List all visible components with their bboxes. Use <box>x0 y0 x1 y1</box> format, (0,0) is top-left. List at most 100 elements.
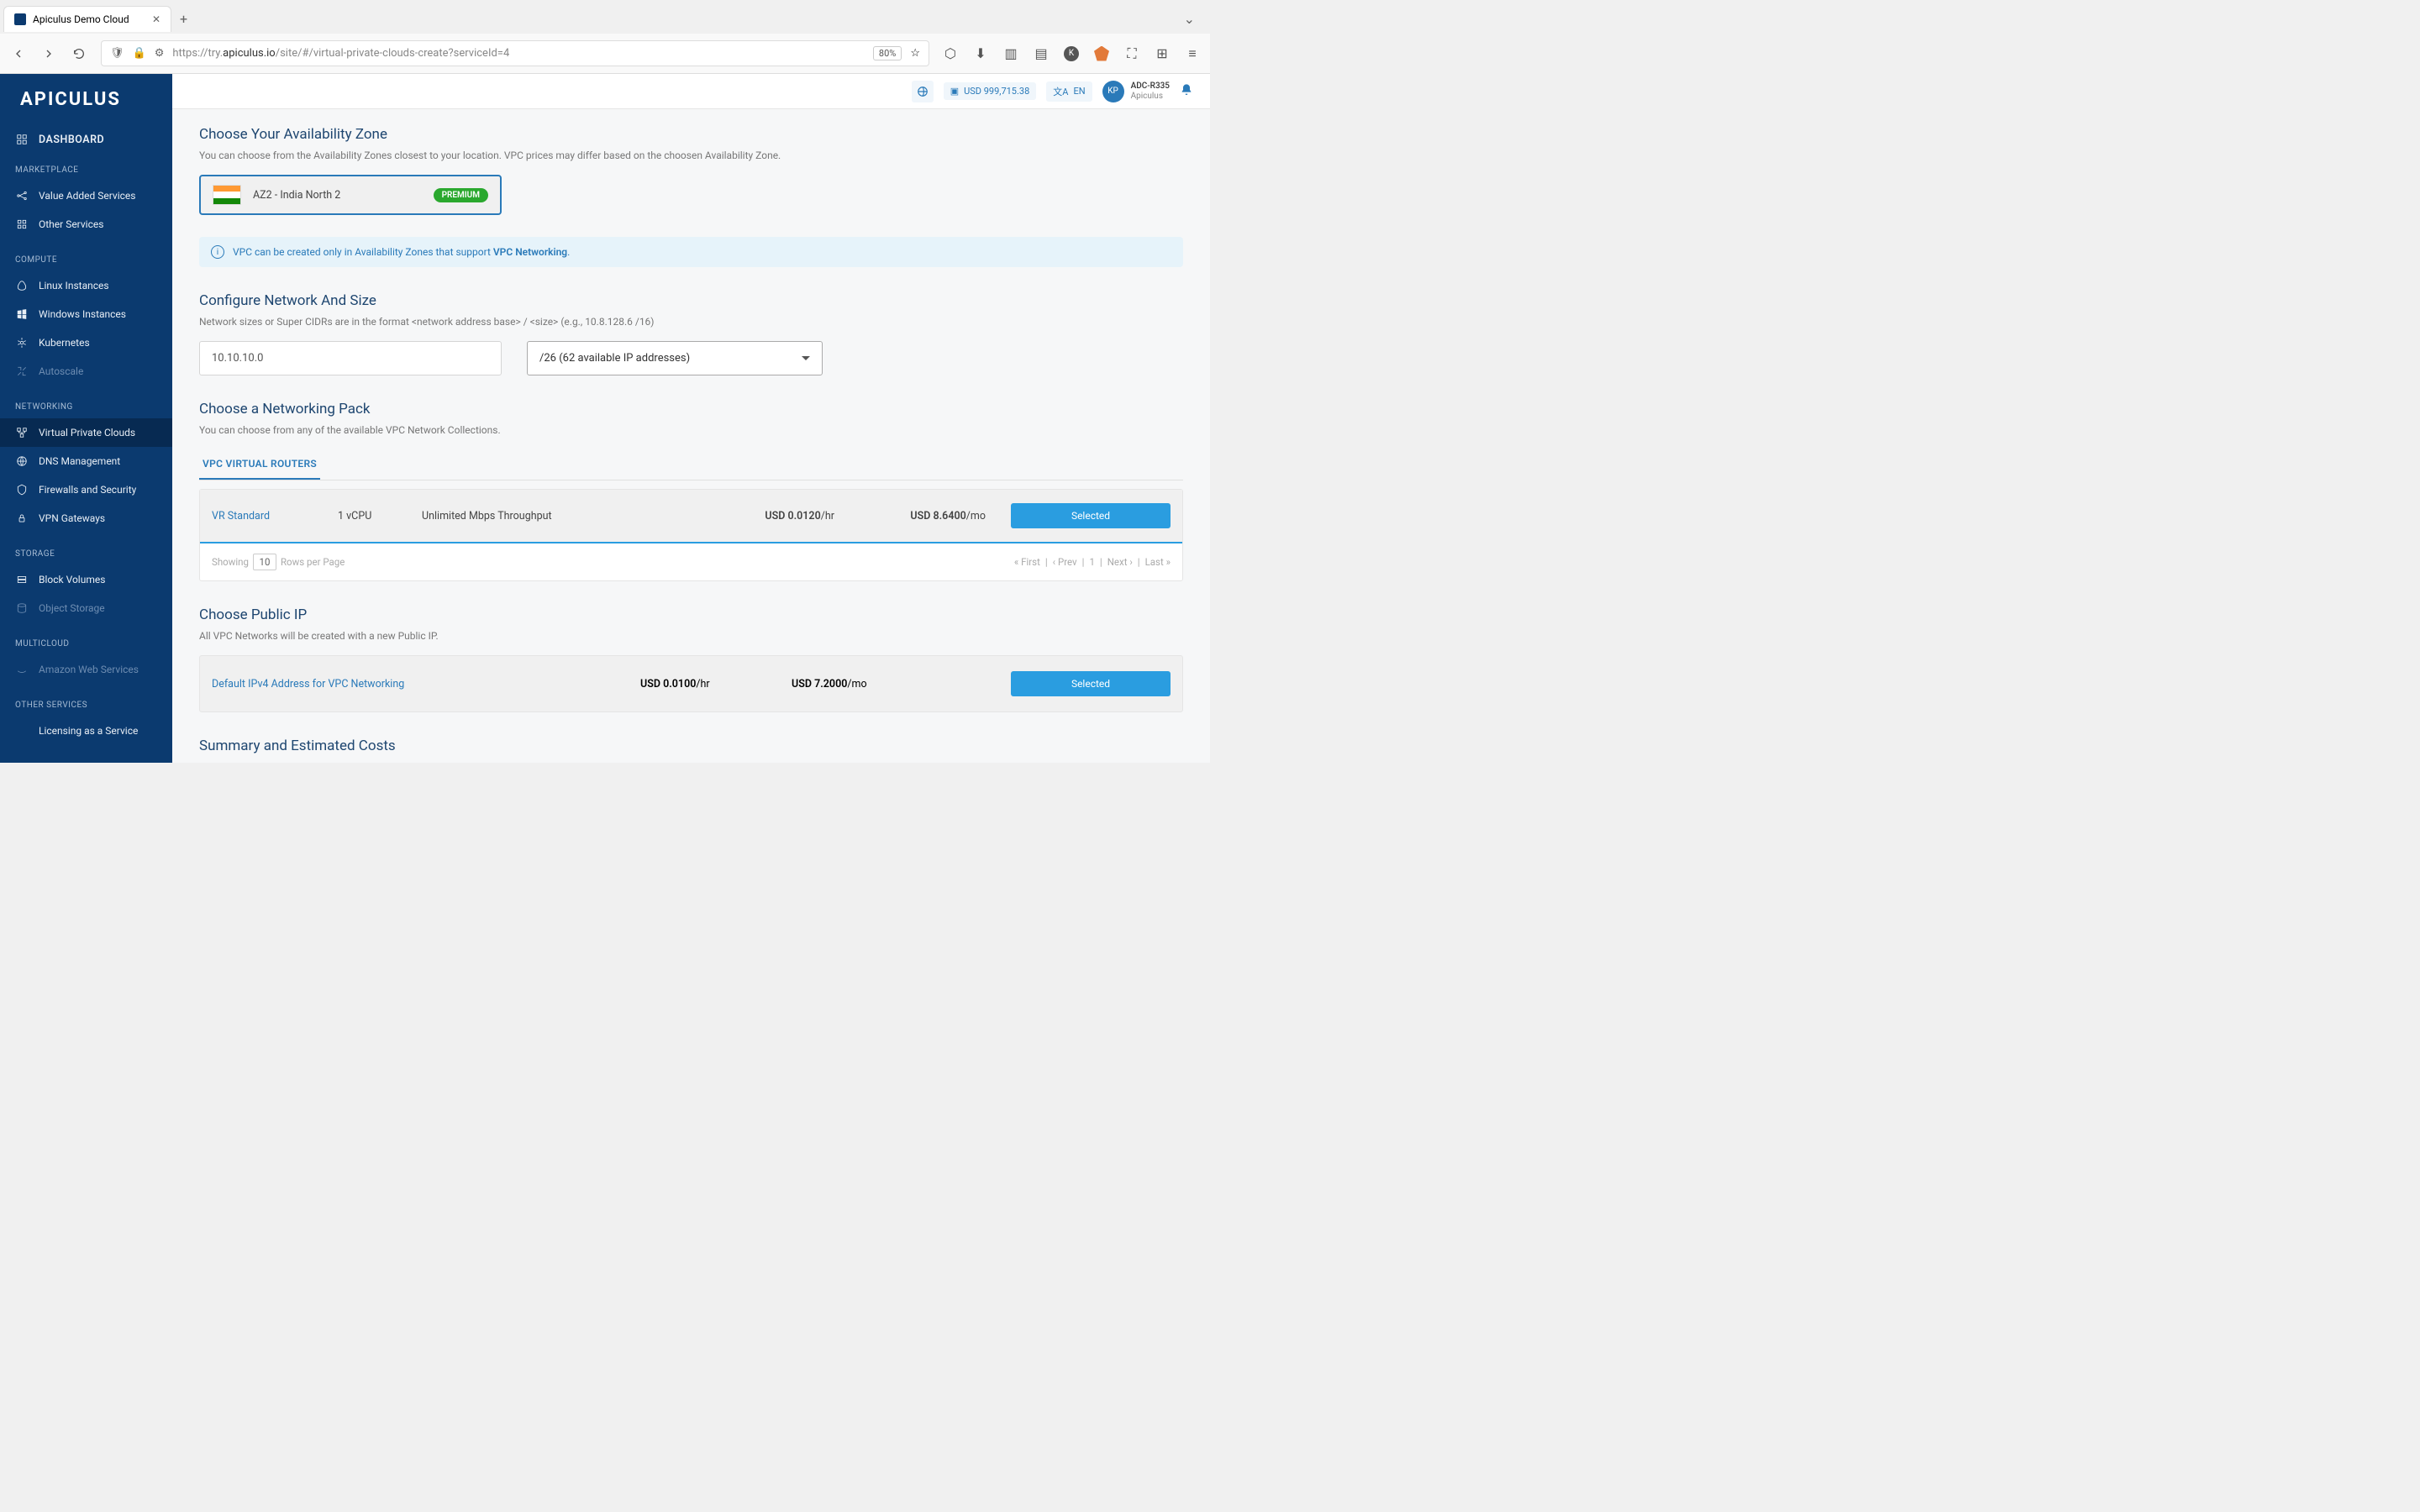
forward-button[interactable] <box>40 45 57 62</box>
sidebar-label: Licensing as a Service <box>39 725 138 737</box>
sidebar-item-windows[interactable]: Windows Instances <box>0 300 172 328</box>
selected-button[interactable]: Selected <box>1011 503 1171 528</box>
library-icon[interactable]: ▥ <box>1003 46 1018 61</box>
sidebar-item-kubernetes[interactable]: Kubernetes <box>0 328 172 357</box>
zoom-badge[interactable]: 80% <box>873 46 902 60</box>
tab-bar: Apiculus Demo Cloud ✕ + ⌄ <box>0 0 1210 34</box>
router-throughput: Unlimited Mbps Throughput <box>422 510 683 522</box>
sidebar-heading-multicloud: MULTICLOUD <box>0 633 172 655</box>
user-org: Apiculus <box>1131 92 1170 102</box>
router-name: VR Standard <box>212 510 338 522</box>
pager-last[interactable]: Last » <box>1145 556 1171 568</box>
topbar: ▣USD 999,715.38 文AEN KP ADC-R335 Apiculu… <box>172 74 1210 109</box>
az-subtitle: You can choose from the Availability Zon… <box>199 150 1183 161</box>
metamask-icon[interactable] <box>1094 46 1109 61</box>
sidebar-item-dns[interactable]: DNS Management <box>0 447 172 475</box>
browser-tab[interactable]: Apiculus Demo Cloud ✕ <box>3 6 171 32</box>
avatar: KP <box>1102 81 1124 102</box>
router-price-hr: USD 0.0120/hr <box>683 510 834 522</box>
ip-subtitle: All VPC Networks will be created with a … <box>199 630 1183 642</box>
info-link[interactable]: VPC Networking <box>493 246 567 258</box>
sidebar-item-block[interactable]: Block Volumes <box>0 565 172 594</box>
network-size-select[interactable]: /26 (62 available IP addresses) <box>527 341 823 375</box>
wallet-icon: ▣ <box>950 86 959 97</box>
pager-page: 1 <box>1089 556 1094 568</box>
favicon <box>14 13 26 25</box>
router-panel: VR Standard 1 vCPU Unlimited Mbps Throug… <box>199 489 1183 581</box>
url-bar[interactable]: 🛡 🔒 ⚙ https://try.apiculus.io/site/#/vir… <box>101 40 929 66</box>
ip-title: Choose Public IP <box>199 606 1183 623</box>
firewall-icon <box>15 483 29 496</box>
ip-price-mo: USD 7.2000/mo <box>792 678 943 690</box>
browser-chrome: Apiculus Demo Cloud ✕ + ⌄ 🛡 🔒 ⚙ https://… <box>0 0 1210 74</box>
pager-showing: Showing <box>212 556 249 568</box>
sidebar-item-object[interactable]: Object Storage <box>0 594 172 622</box>
user-text: ADC-R335 Apiculus <box>1131 81 1170 102</box>
tab-vpc-routers[interactable]: VPC VIRTUAL ROUTERS <box>199 449 320 480</box>
sidebar-heading-marketplace: MARKETPLACE <box>0 159 172 181</box>
pager-rows-input[interactable]: 10 <box>253 554 276 570</box>
pager-prev[interactable]: ‹ Prev <box>1053 556 1077 568</box>
balance-pill[interactable]: ▣USD 999,715.38 <box>944 82 1037 100</box>
lang-text: EN <box>1073 86 1085 97</box>
reader-icon[interactable]: ▤ <box>1034 46 1049 61</box>
az-title: Choose Your Availability Zone <box>199 126 1183 143</box>
ip-row[interactable]: Default IPv4 Address for VPC Networking … <box>200 656 1182 711</box>
sidebar-item-dashboard[interactable]: DASHBOARD <box>0 125 172 154</box>
selected-button[interactable]: Selected <box>1011 671 1171 696</box>
sidebar-item-firewall[interactable]: Firewalls and Security <box>0 475 172 504</box>
menu-icon[interactable]: ≡ <box>1185 46 1200 61</box>
language-pill[interactable]: 文AEN <box>1046 81 1092 102</box>
sidebar-item-vpc[interactable]: Virtual Private Clouds <box>0 418 172 447</box>
sidebar-label: Virtual Private Clouds <box>39 427 135 438</box>
new-tab-button[interactable]: + <box>171 4 196 34</box>
sidebar-item-other-services[interactable]: Other Services <box>0 210 172 239</box>
puzzle-icon[interactable]: ⊞ <box>1155 46 1170 61</box>
sidebar-label: Linux Instances <box>39 280 109 291</box>
pocket-icon[interactable]: ⬡ <box>943 46 958 61</box>
dashboard-icon <box>15 133 29 146</box>
flag-india-icon <box>213 185 241 205</box>
tab-title: Apiculus Demo Cloud <box>33 13 129 25</box>
logo-text: APICULUS <box>20 89 152 110</box>
nav-bar: 🛡 🔒 ⚙ https://try.apiculus.io/site/#/vir… <box>0 34 1210 73</box>
pack-tabs: VPC VIRTUAL ROUTERS <box>199 449 1183 480</box>
vpn-icon <box>15 512 29 525</box>
info-icon: i <box>211 245 224 259</box>
url-host: apiculus.io <box>223 47 276 60</box>
back-button[interactable] <box>10 45 27 62</box>
windows-icon <box>15 307 29 321</box>
sidebar-item-aws[interactable]: Amazon Web Services <box>0 655 172 684</box>
router-cpu: 1 vCPU <box>338 510 422 522</box>
sidebar-label: Value Added Services <box>39 190 135 202</box>
network-ip-input[interactable] <box>199 341 502 375</box>
sidebar-item-vpn[interactable]: VPN Gateways <box>0 504 172 533</box>
sidebar-item-value-added[interactable]: Value Added Services <box>0 181 172 210</box>
crop-icon[interactable]: ⛶ <box>1124 46 1139 61</box>
reload-button[interactable] <box>71 45 87 62</box>
user-id: ADC-R335 <box>1131 81 1170 92</box>
sidebar-item-linux[interactable]: Linux Instances <box>0 271 172 300</box>
ip-name: Default IPv4 Address for VPC Networking <box>212 678 640 690</box>
sidebar-label: Other Services <box>39 218 103 230</box>
user-menu[interactable]: KP ADC-R335 Apiculus <box>1102 81 1170 102</box>
bookmark-icon[interactable]: ☆ <box>910 47 920 60</box>
pack-subtitle: You can choose from any of the available… <box>199 424 1183 436</box>
block-icon <box>15 573 29 586</box>
globe-icon <box>15 454 29 468</box>
az-card[interactable]: AZ2 - India North 2 PREMIUM <box>199 175 502 215</box>
notifications-button[interactable] <box>1180 83 1193 100</box>
pager: Showing 10 Rows per Page « First| ‹ Prev… <box>200 543 1182 580</box>
router-row[interactable]: VR Standard 1 vCPU Unlimited Mbps Throug… <box>200 490 1182 543</box>
sidebar-item-licensing[interactable]: Licensing as a Service <box>0 717 172 745</box>
region-button[interactable] <box>912 81 934 102</box>
tab-menu-icon[interactable]: ⌄ <box>1172 4 1207 34</box>
router-price-mo: USD 8.6400/mo <box>834 510 986 522</box>
extension-k-icon[interactable]: K <box>1064 46 1079 61</box>
pager-next[interactable]: Next › <box>1107 556 1133 568</box>
close-icon[interactable]: ✕ <box>152 13 160 25</box>
sidebar-item-autoscale[interactable]: Autoscale <box>0 357 172 386</box>
logo[interactable]: APICULUS <box>0 74 172 125</box>
download-icon[interactable]: ⬇ <box>973 46 988 61</box>
pager-first[interactable]: « First <box>1014 556 1040 568</box>
